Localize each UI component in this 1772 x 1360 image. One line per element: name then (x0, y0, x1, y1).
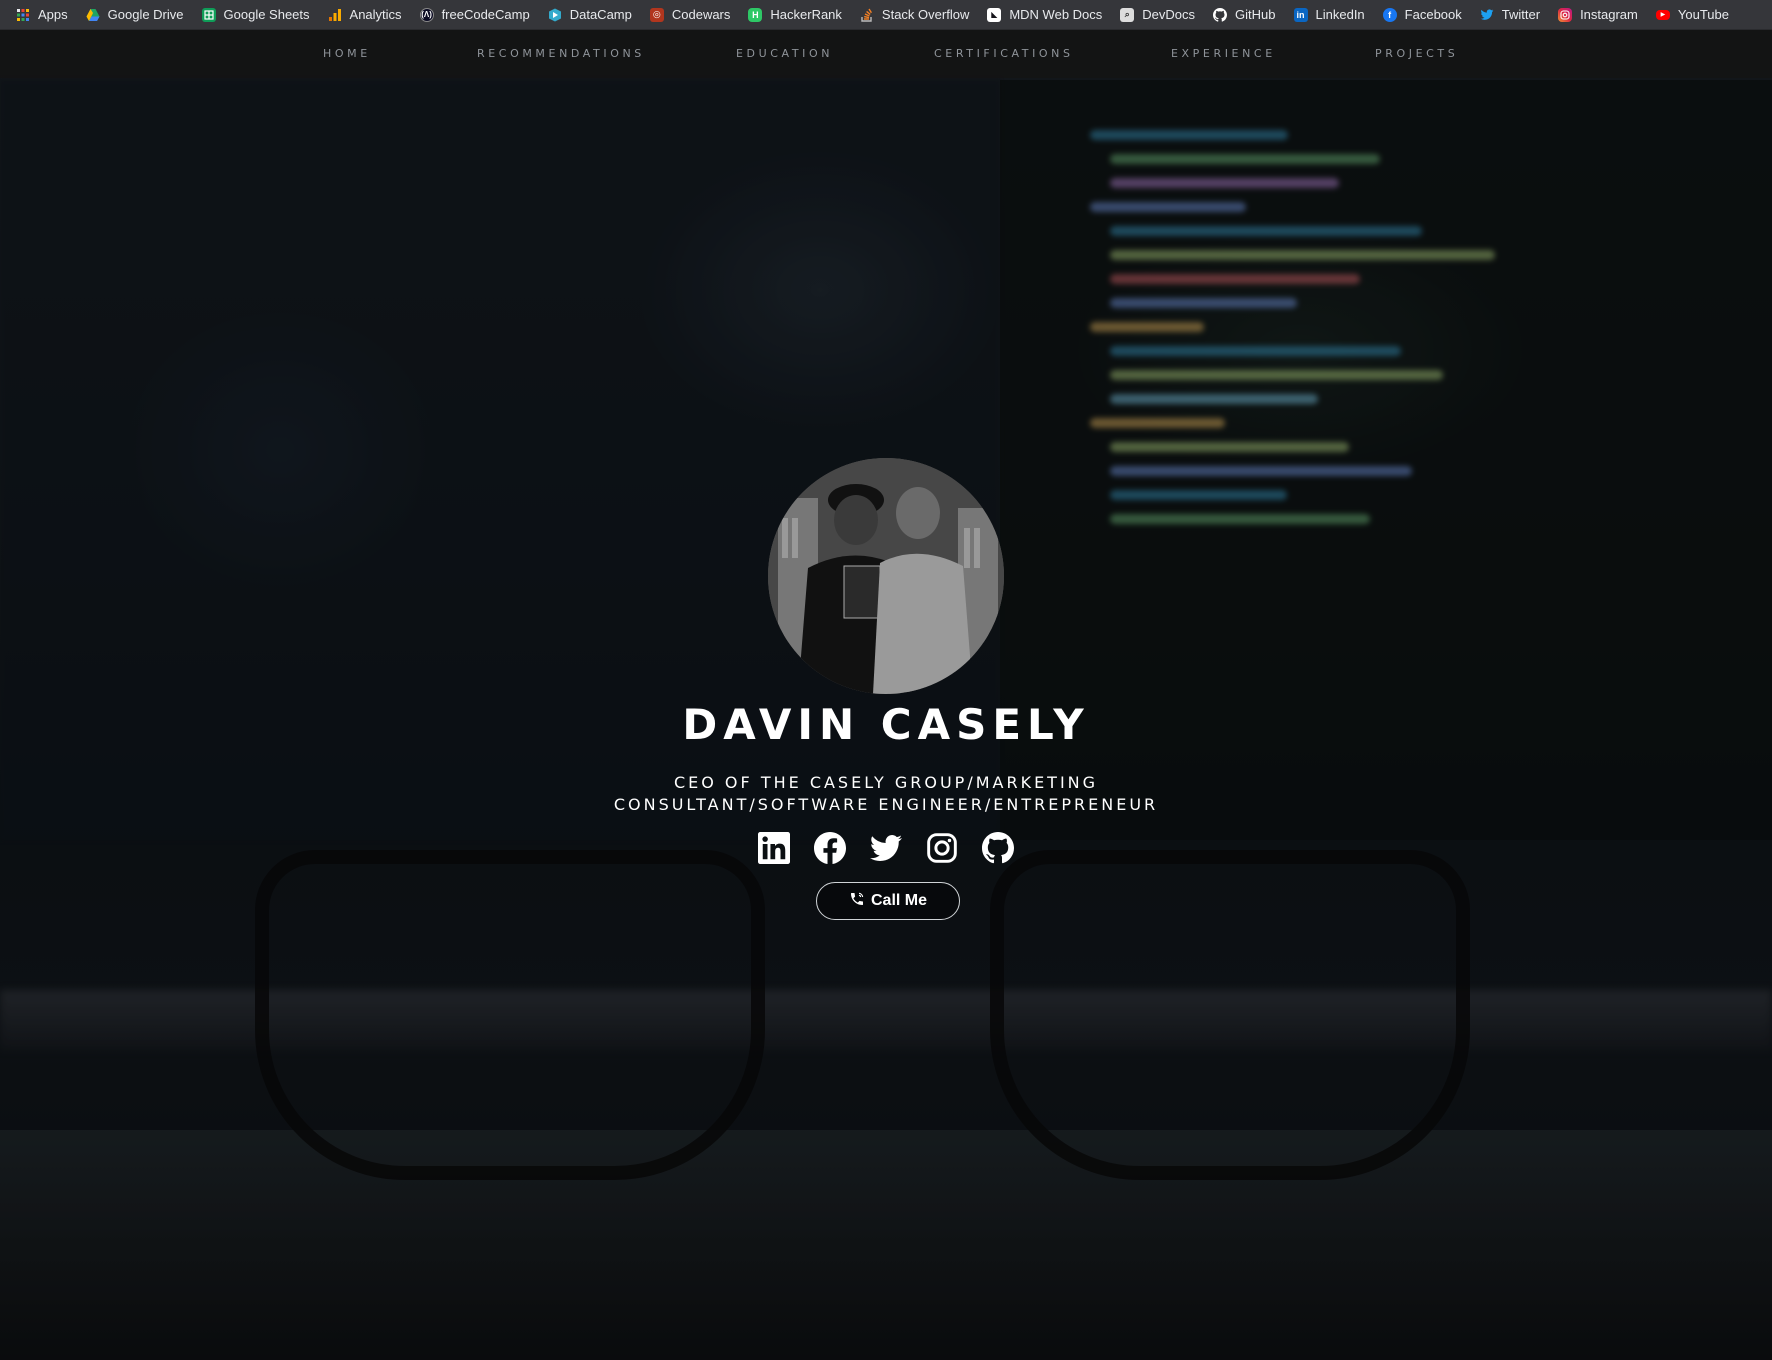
hero-dark-overlay (0, 30, 1772, 1360)
devdocs-icon: ⌕ (1120, 7, 1135, 22)
github-icon[interactable] (982, 832, 1014, 864)
bookmark-codewars[interactable]: ◎ Codewars (649, 0, 739, 30)
bookmark-analytics[interactable]: Analytics (328, 0, 410, 30)
bookmark-label: DevDocs (1142, 7, 1196, 22)
bookmark-twitter[interactable]: Twitter (1480, 0, 1548, 30)
youtube-icon: ▶ (1655, 9, 1670, 20)
apps-grid-icon (16, 8, 30, 22)
twitter-icon[interactable] (870, 832, 902, 864)
hero-background-image (0, 30, 1772, 1360)
analytics-icon (328, 8, 342, 22)
codewars-icon: ◎ (649, 7, 664, 22)
call-me-label: Call Me (870, 892, 927, 909)
bookmark-label: Google Sheets (223, 7, 310, 22)
nav-projects[interactable]: PROJECTS (1375, 30, 1458, 78)
main-nav: HOME RECOMMENDATIONS EDUCATION CERTIFICA… (0, 30, 1772, 78)
facebook-icon[interactable] (814, 832, 846, 864)
facebook-icon: f (1382, 7, 1397, 22)
twitter-icon (1480, 8, 1494, 22)
profile-subtitle-line1: CEO OF THE CASELY GROUP/MARKETING (673, 773, 1099, 792)
bookmarks-bar: Apps Google Drive Google Sheets Analytic… (0, 0, 1772, 30)
bookmark-instagram[interactable]: Instagram (1558, 0, 1646, 30)
bookmark-label: Codewars (671, 7, 731, 22)
nav-certifications[interactable]: CERTIFICATIONS (934, 30, 1074, 78)
bookmark-label: Twitter (1501, 7, 1541, 22)
google-drive-icon (86, 8, 100, 22)
bookmark-label: freeCodeCamp (441, 7, 530, 22)
bookmark-label: Apps (38, 7, 68, 22)
bookmark-label: Facebook (1404, 7, 1462, 22)
bookmark-youtube[interactable]: ▶ YouTube (1655, 0, 1737, 30)
bookmark-label: YouTube (1677, 7, 1729, 22)
profile-avatar (768, 458, 1004, 694)
linkedin-icon[interactable] (758, 832, 790, 864)
bookmark-devdocs[interactable]: ⌕ DevDocs (1120, 0, 1203, 30)
phone-icon (849, 891, 865, 912)
call-me-button[interactable]: Call Me (816, 882, 960, 920)
profile-subtitle: CEO OF THE CASELY GROUP/MARKETING CONSUL… (586, 772, 1186, 816)
stackoverflow-icon (860, 8, 874, 22)
freecodecamp-icon: (Λ) (419, 7, 434, 22)
datacamp-icon (548, 8, 562, 22)
instagram-icon[interactable] (926, 832, 958, 864)
bookmark-apps[interactable]: Apps (16, 0, 76, 30)
bookmark-facebook[interactable]: f Facebook (1382, 0, 1470, 30)
nav-education[interactable]: EDUCATION (736, 30, 833, 78)
bookmark-mdn[interactable]: ◣ MDN Web Docs (987, 0, 1110, 30)
profile-subtitle-line2: CONSULTANT/SOFTWARE ENGINEER/ENTREPRENEU… (613, 795, 1159, 814)
bookmark-linkedin[interactable]: in LinkedIn (1293, 0, 1373, 30)
bookmark-freecodecamp[interactable]: (Λ) freeCodeCamp (419, 0, 538, 30)
bookmark-label: Google Drive (107, 7, 184, 22)
bookmark-label: DataCamp (569, 7, 632, 22)
bookmark-label: Instagram (1580, 7, 1638, 22)
bookmark-label: GitHub (1235, 7, 1276, 22)
hackerrank-icon: H (748, 7, 763, 22)
bookmark-label: MDN Web Docs (1009, 7, 1103, 22)
bookmark-datacamp[interactable]: DataCamp (548, 0, 640, 30)
nav-recommendations[interactable]: RECOMMENDATIONS (477, 30, 645, 78)
social-links (0, 832, 1772, 864)
profile-name: DAVIN CASELY (682, 700, 1090, 749)
bookmark-google-drive[interactable]: Google Drive (86, 0, 192, 30)
bookmark-label: HackerRank (770, 7, 842, 22)
bookmark-github[interactable]: GitHub (1213, 0, 1283, 30)
bookmark-label: Stack Overflow (881, 7, 970, 22)
bookmark-stackoverflow[interactable]: Stack Overflow (860, 0, 977, 30)
nav-home[interactable]: HOME (323, 30, 371, 78)
bookmark-label: Analytics (349, 7, 402, 22)
instagram-icon (1558, 7, 1573, 22)
google-sheets-icon (201, 7, 216, 22)
bookmark-hackerrank[interactable]: H HackerRank (748, 0, 850, 30)
mdn-icon: ◣ (987, 7, 1002, 22)
bookmark-label: LinkedIn (1315, 7, 1365, 22)
linkedin-icon: in (1293, 7, 1308, 22)
github-icon (1213, 7, 1228, 22)
nav-experience[interactable]: EXPERIENCE (1171, 30, 1276, 78)
bookmark-google-sheets[interactable]: Google Sheets (201, 0, 318, 30)
